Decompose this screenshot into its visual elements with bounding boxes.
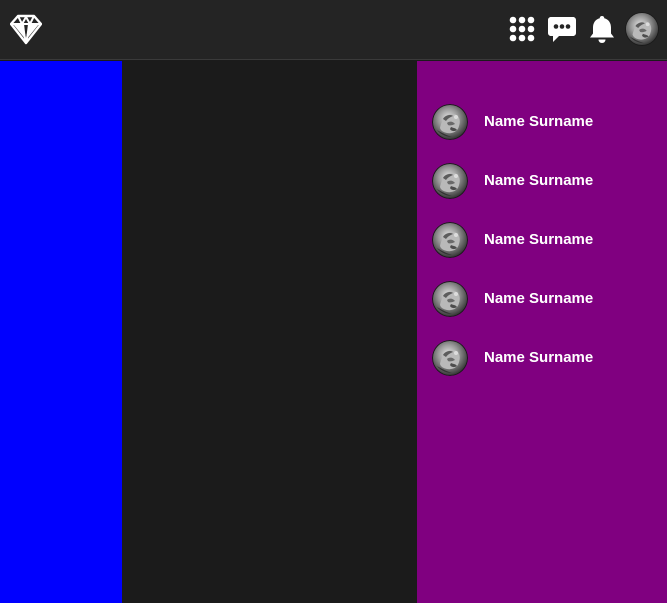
list-item[interactable]: Name Surname [417, 328, 667, 387]
top-bar [0, 0, 667, 60]
avatar[interactable] [625, 12, 659, 46]
avatar [432, 340, 468, 376]
contact-name: Name Surname [484, 348, 594, 366]
header-actions [499, 11, 659, 47]
list-item[interactable]: Name Surname [417, 269, 667, 328]
chat-bubble-icon[interactable] [545, 12, 579, 46]
list-item[interactable]: Name Surname [417, 210, 667, 269]
avatar [432, 163, 468, 199]
contact-name: Name Surname [484, 289, 594, 307]
contact-name: Name Surname [484, 112, 594, 130]
avatar [432, 222, 468, 258]
left-panel [0, 61, 122, 603]
contact-name: Name Surname [484, 171, 594, 189]
list-item[interactable]: Name Surname [417, 92, 667, 151]
diamond-icon[interactable] [9, 13, 43, 45]
contact-list: Name Surname Name Surname Name Surname N… [417, 61, 667, 387]
avatar [432, 281, 468, 317]
contact-name: Name Surname [484, 230, 594, 248]
apps-grid-icon[interactable] [505, 12, 539, 46]
list-item[interactable]: Name Surname [417, 151, 667, 210]
avatar [432, 104, 468, 140]
contacts-panel: Name Surname Name Surname Name Surname N… [417, 61, 667, 603]
bell-icon[interactable] [585, 12, 619, 46]
center-panel [122, 61, 417, 603]
